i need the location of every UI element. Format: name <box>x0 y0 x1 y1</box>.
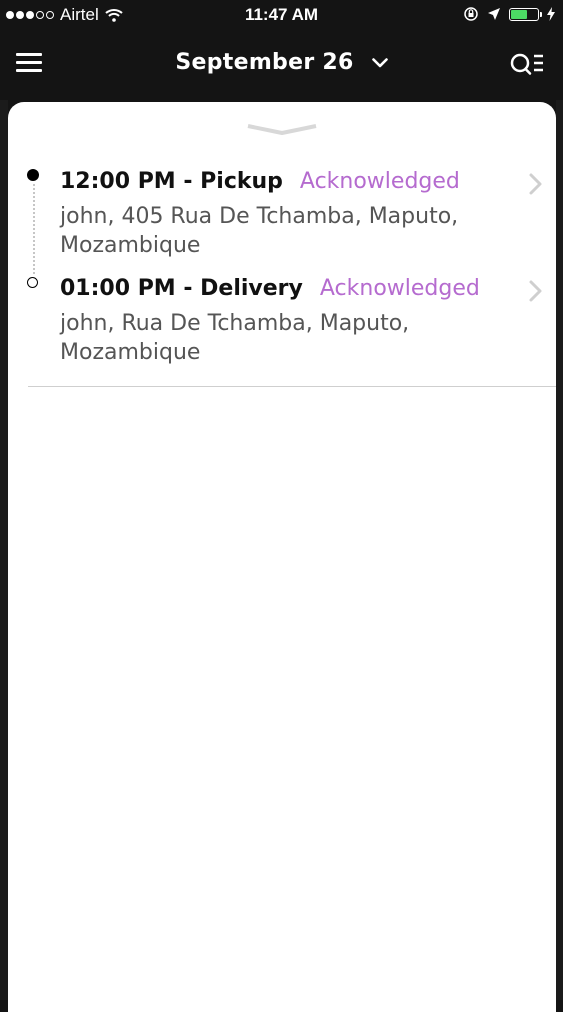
timeline-connector <box>33 184 35 274</box>
stop-time-type: 12:00 PM - Pickup <box>60 169 283 194</box>
stop-address: john, 405 Rua De Tchamba, Maputo, Mozamb… <box>60 204 459 258</box>
stop-address: john, Rua De Tchamba, Maputo, Mozambique <box>60 311 410 365</box>
stop-status: Acknowledged <box>319 276 480 301</box>
map-background-left <box>0 100 8 1000</box>
status-icons <box>463 6 555 22</box>
navigation-bar: September 26 <box>0 30 563 96</box>
stop-title: 01:00 PM - Delivery Acknowledged <box>60 275 480 303</box>
page-title: September 26 <box>175 50 354 75</box>
charging-bolt-icon <box>547 7 555 21</box>
stops-sheet: 12:00 PM - Pickup Acknowledged john, 405… <box>8 102 556 1012</box>
list-divider <box>28 386 556 387</box>
battery-icon <box>509 7 542 21</box>
stop-title: 12:00 PM - Pickup Acknowledged <box>60 168 460 196</box>
stop-status: Acknowledged <box>299 169 460 194</box>
stop-time-type: 01:00 PM - Delivery <box>60 276 303 301</box>
status-bar: Airtel 11:47 AM <box>0 0 563 30</box>
date-selector[interactable]: September 26 <box>0 50 563 75</box>
map-background-right <box>556 100 563 1000</box>
timeline-dot-upcoming <box>27 277 38 288</box>
timeline-dot-current <box>27 169 39 181</box>
orientation-lock-icon <box>464 7 478 21</box>
chevron-right-icon[interactable] <box>528 279 544 303</box>
location-arrow-icon <box>488 8 500 20</box>
chevron-down-icon <box>371 58 388 68</box>
search-list-icon[interactable] <box>509 52 545 76</box>
chevron-right-icon[interactable] <box>528 172 544 196</box>
sheet-grabber-handle[interactable] <box>246 124 318 136</box>
